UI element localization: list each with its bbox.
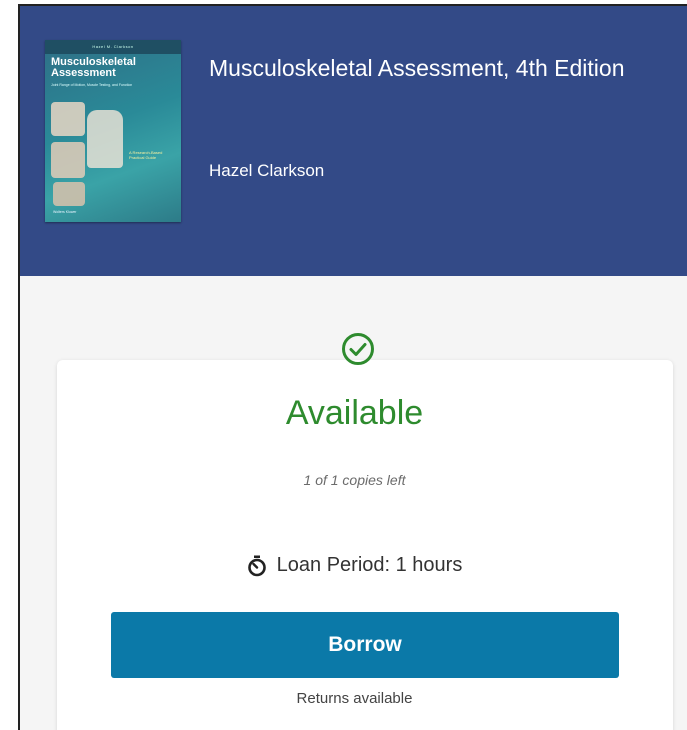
book-author: Hazel Clarkson: [209, 161, 325, 180]
stopwatch-icon: [247, 555, 266, 576]
cover-photo: [53, 182, 85, 206]
book-cover: Hazel M. Clarkson Musculoskeletal Assess…: [45, 40, 181, 222]
availability-status: Available: [285, 394, 424, 432]
book-header: Hazel M. Clarkson Musculoskeletal Assess…: [20, 6, 687, 276]
borrow-button[interactable]: Borrow: [111, 612, 619, 678]
returns-note: Returns available: [296, 690, 413, 707]
cover-photo: [87, 110, 123, 168]
loan-period-label: Loan Period: 1 hours: [276, 554, 463, 576]
cover-title: Musculoskeletal Assessment: [51, 57, 136, 79]
cover-title-line2: Assessment: [51, 67, 116, 79]
book-title: Musculoskeletal Assessment, 4th Edition: [209, 55, 625, 81]
copies-left: 1 of 1 copies left: [303, 472, 406, 488]
cover-author: Hazel M. Clarkson: [92, 44, 134, 49]
cover-publisher: Wolters Kluwer: [53, 210, 77, 214]
cover-photo: [51, 142, 85, 178]
cover-photo: [51, 102, 85, 136]
cover-blurb: A Research-Based Practical Guide: [129, 150, 163, 160]
cover-subtitle: Joint Range of Motion, Muscle Testing, a…: [51, 83, 133, 87]
app-frame: Hazel M. Clarkson Musculoskeletal Assess…: [18, 4, 687, 730]
check-circle-icon: [342, 333, 374, 365]
loan-period: Loan Period: 1 hours: [20, 554, 687, 577]
